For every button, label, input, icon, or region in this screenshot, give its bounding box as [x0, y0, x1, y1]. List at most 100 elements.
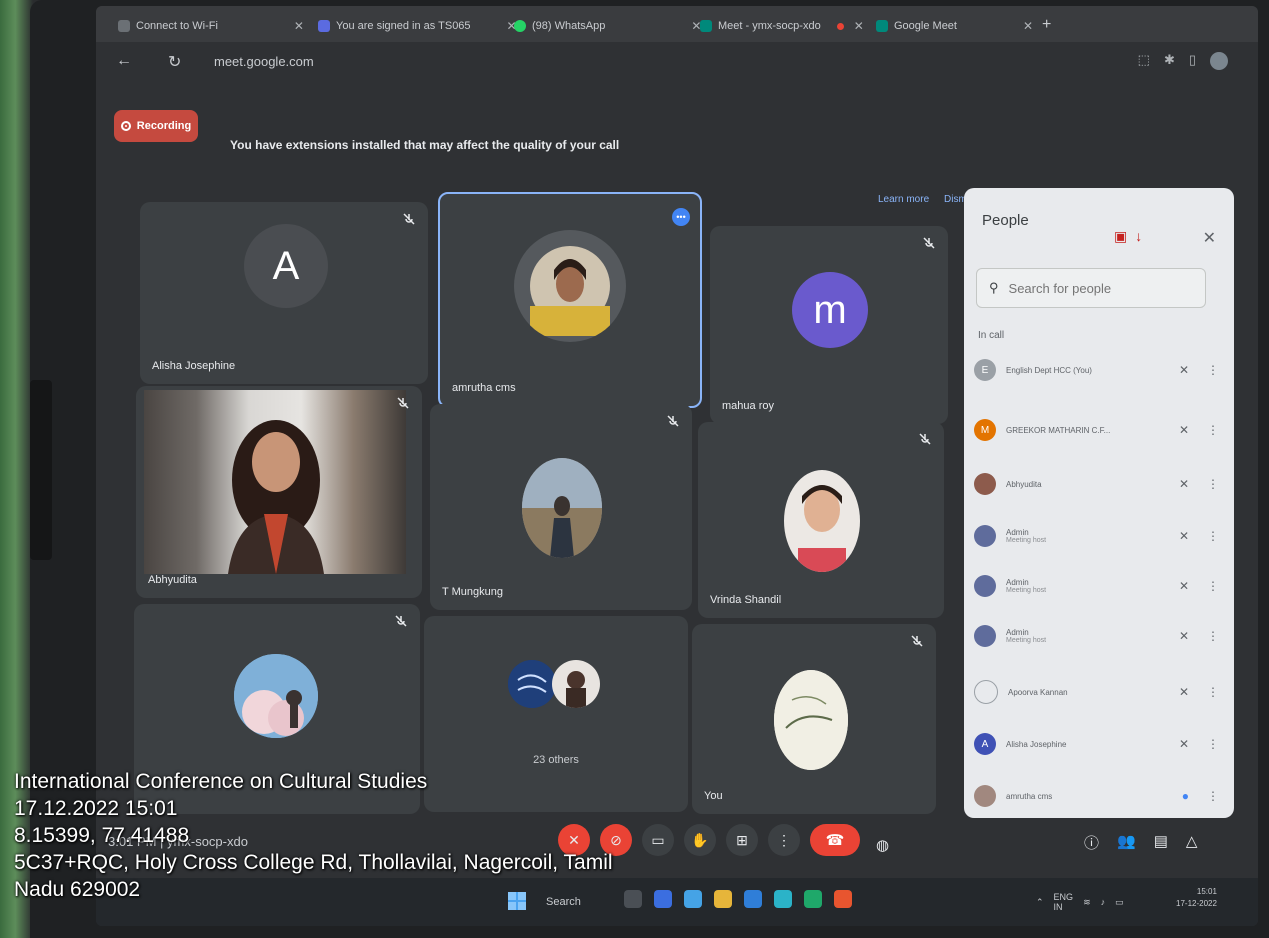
present-icon[interactable]: ⊞ — [726, 824, 758, 856]
folder-icon[interactable] — [714, 890, 732, 908]
participant-tile[interactable]: A Alisha Josephine — [140, 202, 428, 384]
mic-off-icon: ✕ — [1178, 477, 1189, 491]
more-vert-icon[interactable]: ⋮ — [1207, 529, 1219, 543]
globe-icon[interactable]: ◍ — [876, 836, 889, 854]
profile-avatar[interactable] — [1210, 52, 1228, 70]
avatar: M — [974, 419, 996, 441]
tab-google-meet[interactable]: Google Meet ✕ — [876, 14, 1033, 38]
participant-tile-self[interactable]: You — [692, 624, 936, 814]
mic-off-icon: ✕ — [1178, 579, 1189, 593]
more-vert-icon[interactable]: ⋮ — [1207, 685, 1219, 699]
task-view-icon[interactable] — [624, 890, 642, 908]
store-icon[interactable] — [744, 890, 762, 908]
list-item[interactable]: Admin Meeting host ✕ ⋮ — [974, 516, 1219, 556]
more-vert-icon[interactable]: ⋮ — [1207, 789, 1219, 803]
search-input[interactable] — [1006, 279, 1171, 297]
download-icon[interactable]: ↓ — [1135, 228, 1142, 245]
captions-icon[interactable]: ▭ — [642, 824, 674, 856]
list-item[interactable]: Apoorva Kannan ✕ ⋮ — [974, 672, 1219, 712]
avatar: m — [792, 272, 868, 348]
sidebar-icon[interactable]: ▯ — [1189, 52, 1196, 70]
list-item[interactable]: Admin Meeting host ✕ ⋮ — [974, 616, 1219, 656]
list-item[interactable]: M GREEKOR MATHARIN C.F... ✕ ⋮ — [974, 410, 1219, 450]
learn-more-link[interactable]: Learn more — [878, 194, 929, 205]
list-item[interactable]: amrutha cms ● ⋮ — [974, 776, 1219, 816]
chat-icon[interactable]: ▤ — [1154, 832, 1168, 853]
browser-icon[interactable] — [774, 890, 792, 908]
more-vert-icon[interactable]: ⋮ — [1207, 423, 1219, 437]
avatar — [508, 660, 556, 708]
more-vert-icon[interactable]: ⋮ — [1207, 629, 1219, 643]
battery-icon[interactable]: ▭ — [1115, 897, 1124, 908]
taskbar-clock[interactable]: 15:01 17-12-2022 — [1176, 886, 1217, 910]
chevron-up-icon[interactable]: ⌃ — [1036, 897, 1044, 908]
volume-icon[interactable]: ♪ — [1101, 897, 1106, 907]
more-vert-icon[interactable]: ⋮ — [1207, 477, 1219, 491]
whatsapp-icon — [514, 20, 526, 32]
avatar — [774, 670, 848, 770]
close-icon[interactable]: ✕ — [294, 19, 304, 33]
raise-hand-icon[interactable]: ✋ — [684, 824, 716, 856]
end-call-button[interactable]: ☎ — [810, 824, 860, 856]
mic-off-icon: ✕ — [1178, 629, 1189, 643]
close-icon[interactable]: ✕ — [854, 19, 864, 33]
speaking-indicator-icon: ● — [1181, 789, 1189, 803]
extension-icon[interactable]: ⬚ — [1138, 52, 1150, 70]
photo-scene: Connect to Wi-Fi ✕ You are signed in as … — [0, 0, 1269, 938]
participant-tile-active[interactable]: ••• amrutha cms — [438, 192, 702, 408]
participant-name: Vrinda Shandil — [710, 594, 782, 606]
list-item[interactable]: Admin Meeting host ✕ ⋮ — [974, 566, 1219, 606]
firefox-icon[interactable] — [834, 890, 852, 908]
meet-icon — [700, 20, 712, 32]
puzzle-icon[interactable]: ✱ — [1164, 52, 1175, 70]
extension-icons: ⬚ ✱ ▯ — [1138, 52, 1228, 70]
tab-signed-in[interactable]: You are signed in as TS065 ✕ — [318, 14, 517, 38]
participant-tile-video[interactable]: Abhyudita — [136, 386, 422, 598]
close-icon[interactable]: ✕ — [1203, 228, 1216, 248]
back-icon[interactable]: ← — [116, 52, 132, 70]
profile-photo — [234, 654, 318, 738]
activities-icon[interactable]: △ — [1186, 832, 1198, 853]
more-vert-icon[interactable]: ⋮ — [1207, 579, 1219, 593]
close-icon[interactable]: ✕ — [1023, 19, 1033, 33]
participant-tile[interactable]: m mahua roy — [710, 226, 948, 424]
people-panel: People ▣ ↓ ✕ ⚲ In call E English Dept HC… — [964, 188, 1234, 818]
url-field[interactable]: meet.google.com — [214, 54, 314, 69]
clipboard-icon[interactable]: ▣ — [1114, 228, 1127, 245]
new-tab-icon[interactable]: + — [1042, 16, 1051, 34]
info-icon[interactable]: ⓘ — [1084, 832, 1099, 853]
mic-off-icon — [923, 237, 935, 249]
participant-name: mahua roy — [722, 400, 774, 412]
mic-off-icon — [911, 635, 923, 647]
chat-app-icon[interactable] — [654, 890, 672, 908]
list-item[interactable]: E English Dept HCC (You) ✕ ⋮ — [974, 350, 1219, 390]
avatar — [974, 473, 996, 495]
profile-photo — [508, 660, 556, 708]
recording-badge: Recording — [114, 110, 198, 142]
reload-icon[interactable]: ↻ — [168, 52, 181, 72]
mic-off-icon — [403, 213, 415, 225]
more-vert-icon[interactable]: ⋮ — [768, 824, 800, 856]
wifi-icon[interactable]: ≋ — [1083, 897, 1091, 908]
system-tray: ⌃ ENG IN ≋ ♪ ▭ — [1036, 892, 1124, 912]
more-vert-icon[interactable]: ⋮ — [1207, 737, 1219, 751]
edge-icon[interactable] — [684, 890, 702, 908]
more-vert-icon[interactable]: ⋮ — [1207, 363, 1219, 377]
participant-tile[interactable]: Vrinda Shandil — [698, 422, 944, 618]
panel-title: People — [982, 212, 1029, 229]
people-icon[interactable]: 👥 — [1117, 832, 1136, 853]
list-item[interactable]: A Alisha Josephine ✕ ⋮ — [974, 724, 1219, 764]
recording-dot-icon — [836, 22, 844, 30]
participant-tile[interactable]: T Mungkung — [430, 404, 692, 610]
meet-icon — [876, 20, 888, 32]
tab-whatsapp[interactable]: (98) WhatsApp ✕ — [514, 14, 701, 38]
app-icon[interactable] — [804, 890, 822, 908]
laptop-hinge — [30, 380, 52, 560]
list-item[interactable]: Abhyudita ✕ ⋮ — [974, 464, 1219, 504]
mic-off-icon — [667, 415, 679, 427]
tab-wifi[interactable]: Connect to Wi-Fi ✕ — [118, 14, 304, 38]
participant-name: Abhyudita — [148, 574, 197, 586]
tab-meet-active[interactable]: Meet - ymx-socp-xdo ✕ — [700, 14, 864, 38]
avatar — [974, 625, 996, 647]
record-icon — [120, 121, 131, 131]
